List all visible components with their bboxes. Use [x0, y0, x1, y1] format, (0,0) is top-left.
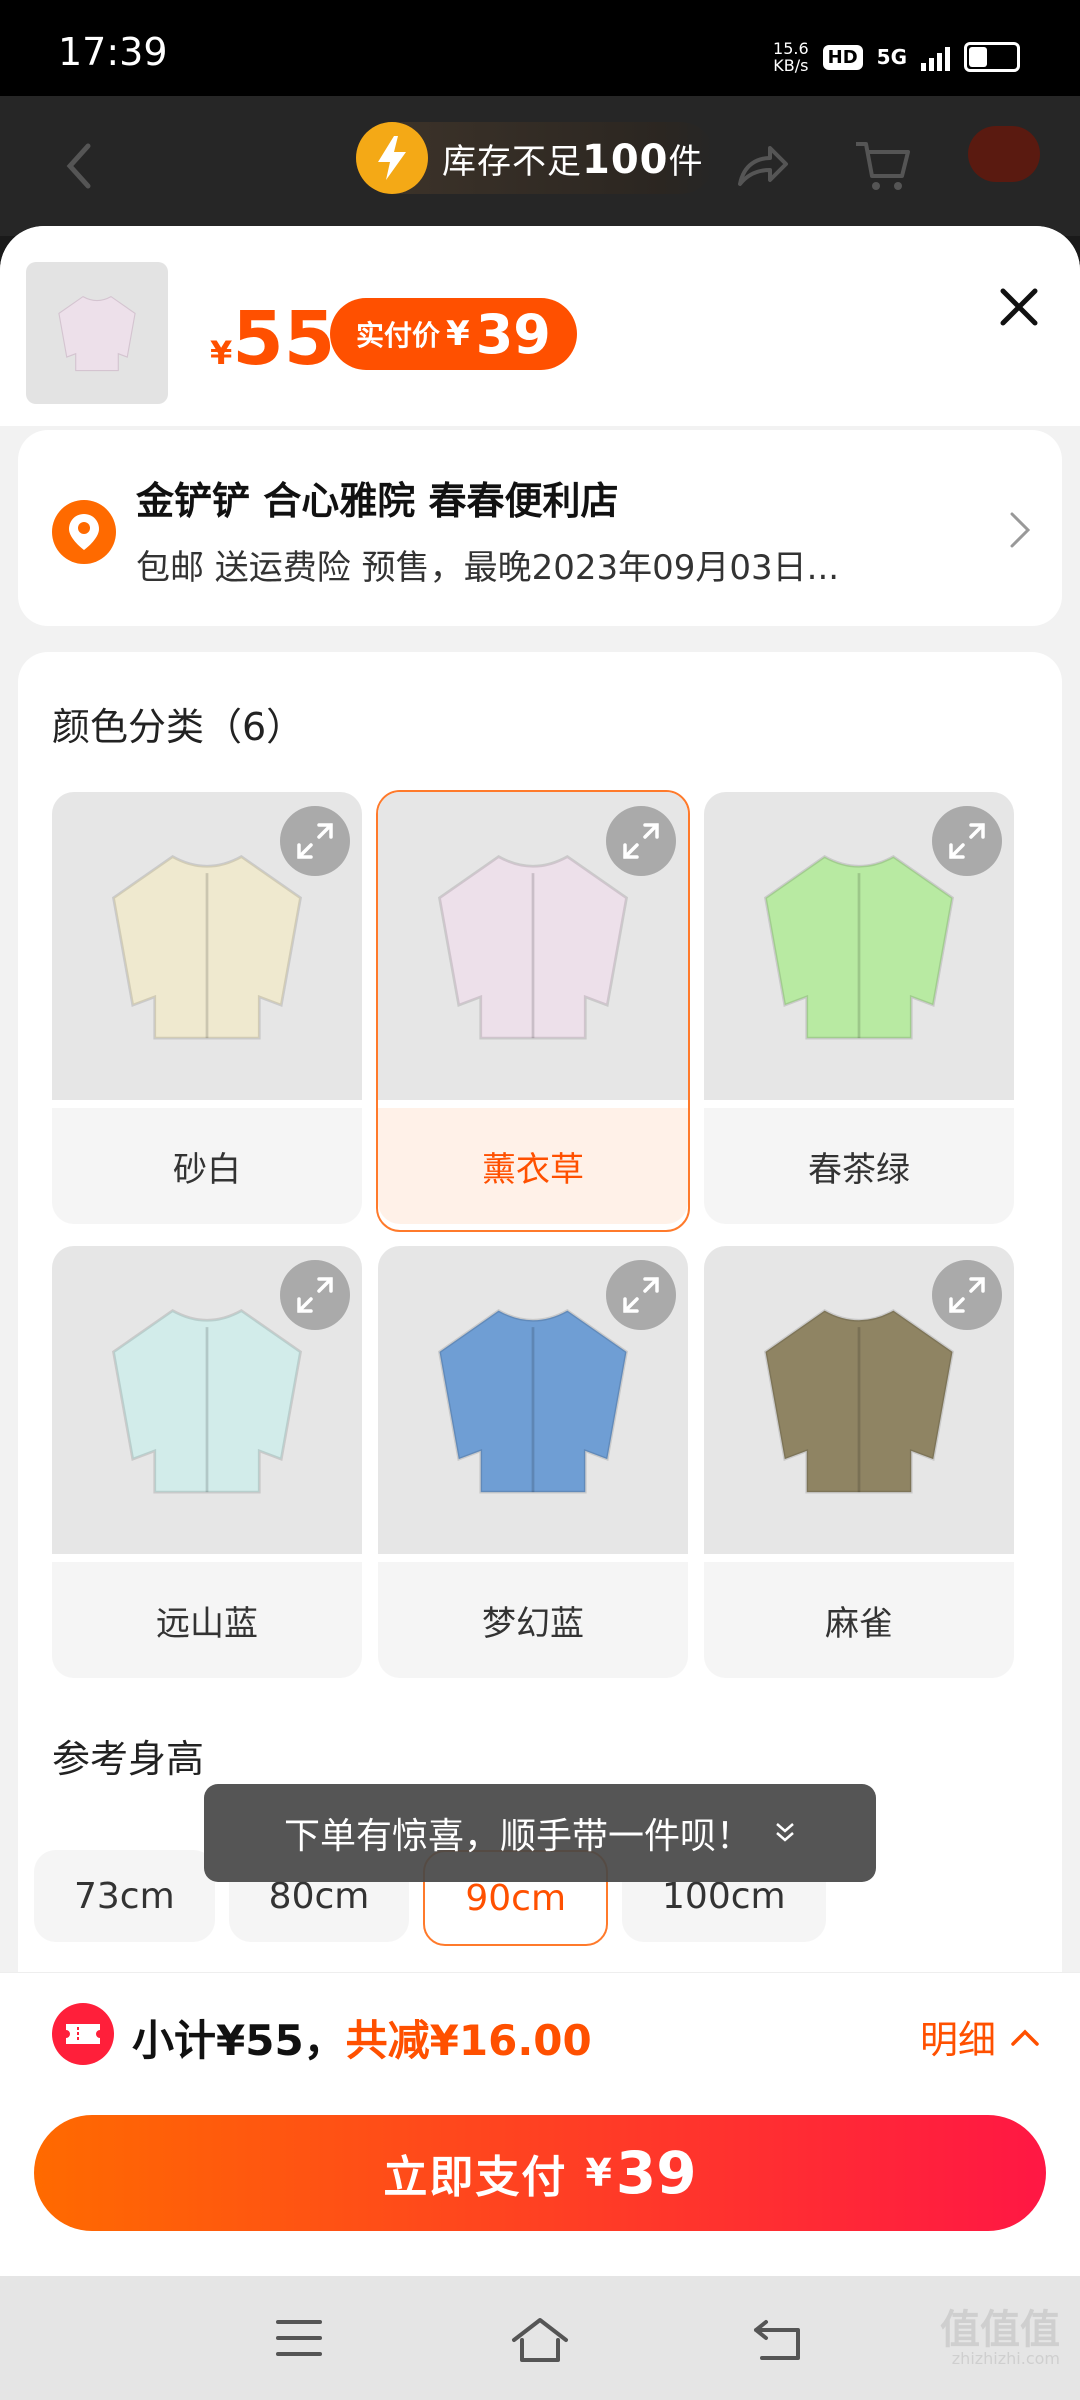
- price-currency: ¥: [210, 334, 233, 372]
- price-detail-button[interactable]: 明细: [920, 2009, 1040, 2064]
- battery-icon: [964, 42, 1020, 72]
- color-option-label: 梦幻蓝: [378, 1562, 688, 1678]
- cart-icon[interactable]: [852, 136, 912, 196]
- color-option-4[interactable]: 梦幻蓝: [378, 1246, 688, 1684]
- pay-currency: ¥: [585, 2151, 612, 2195]
- status-time: 17:39: [58, 30, 168, 74]
- color-option-5[interactable]: 麻雀: [704, 1246, 1014, 1684]
- paid-price-label: 实付价: [356, 319, 441, 352]
- network-speed-unit: KB/s: [773, 56, 809, 75]
- close-button[interactable]: [984, 272, 1054, 342]
- address-shipping-info: 包邮 送运费险 预售，最晚2023年09月03日...: [136, 548, 840, 588]
- subtotal-text: 小计¥55，: [132, 2016, 346, 2065]
- color-option-label: 薰衣草: [378, 1108, 688, 1224]
- color-option-image: [704, 792, 1014, 1100]
- size-section-title: 参考身高: [52, 1737, 205, 1781]
- color-option-1[interactable]: 薰衣草: [376, 790, 690, 1232]
- sku-selector-sheet: ¥55 实付价 ¥ 39 金铲铲 合心雅院 春春便利店 包邮 送运费险 预售，最…: [0, 226, 1080, 2276]
- stock-notice-text: 库存不足100件: [442, 134, 704, 183]
- color-option-3[interactable]: 远山蓝: [52, 1246, 362, 1684]
- expand-icon[interactable]: [932, 806, 1002, 876]
- color-option-label: 远山蓝: [52, 1562, 362, 1678]
- subtotal-summary: 小计¥55，共减¥16.00: [132, 2007, 592, 2068]
- double-chevron-down-icon: [776, 1823, 794, 1842]
- stock-notice: 库存不足100件: [356, 122, 716, 194]
- color-option-label: 砂白: [52, 1108, 362, 1224]
- promo-toast-text: 下单有惊喜，顺手带一件呗！: [283, 1816, 752, 1857]
- watermark-subtext: zhizhizhi.com: [951, 2349, 1060, 2368]
- color-option-image: [52, 792, 362, 1100]
- pay-now-label: 立即支付: [383, 2152, 568, 2203]
- status-bar: 17:39 15.6 KB/s HD 5G: [0, 0, 1080, 96]
- shirt-icon: [763, 855, 955, 1040]
- shirt-thumbnail-icon: [58, 295, 136, 372]
- shirt-icon: [111, 855, 303, 1040]
- more-icon[interactable]: [968, 126, 1040, 182]
- chevron-right-icon: [1010, 512, 1031, 548]
- stock-notice-suffix: 件: [668, 141, 704, 182]
- size-option-73[interactable]: 73cm: [34, 1850, 215, 1942]
- signal-icon: [921, 43, 950, 71]
- paid-price-value: 39: [475, 302, 551, 366]
- back-icon[interactable]: [60, 136, 100, 196]
- expand-icon[interactable]: [280, 806, 350, 876]
- network-speed: 15.6 KB/s: [773, 40, 809, 74]
- paid-price-currency: ¥: [446, 314, 470, 354]
- discount-text: 共减¥16.00: [345, 2016, 592, 2065]
- expand-icon[interactable]: [606, 1260, 676, 1330]
- paid-price-badge: 实付价 ¥ 39: [330, 298, 577, 370]
- color-option-2[interactable]: 春茶绿: [704, 792, 1014, 1230]
- color-option-label: 春茶绿: [704, 1108, 1014, 1224]
- expand-icon[interactable]: [932, 1260, 1002, 1330]
- shirt-icon: [763, 1309, 955, 1494]
- system-navigation-bar: [0, 2276, 1080, 2400]
- stock-count: 100: [582, 136, 669, 183]
- expand-icon[interactable]: [280, 1260, 350, 1330]
- stock-notice-prefix: 库存不足: [442, 141, 582, 182]
- pay-amount: 39: [615, 2139, 697, 2207]
- color-section-title: 颜色分类（6）: [52, 705, 305, 749]
- address-title: 金铲铲 合心雅院 春春便利店: [136, 479, 619, 523]
- color-option-0[interactable]: 砂白: [52, 792, 362, 1230]
- watermark-text: 值值值: [940, 2307, 1060, 2353]
- color-option-image: [378, 792, 688, 1100]
- promo-toast[interactable]: 下单有惊喜，顺手带一件呗！: [204, 1784, 876, 1882]
- status-icons: 15.6 KB/s HD 5G: [773, 40, 1020, 74]
- location-pin-icon: [52, 500, 116, 564]
- price-detail-label: 明细: [919, 2018, 996, 2062]
- price-value: 55: [232, 296, 336, 382]
- product-price: ¥55: [210, 296, 335, 382]
- color-option-image: [52, 1246, 362, 1554]
- color-option-image: [378, 1246, 688, 1554]
- coupon-icon: [52, 2003, 114, 2065]
- lightning-bolt-icon: [356, 122, 428, 194]
- expand-icon[interactable]: [606, 806, 676, 876]
- network-type: 5G: [876, 45, 907, 69]
- menu-icon[interactable]: [274, 2316, 324, 2360]
- shirt-icon: [437, 1309, 629, 1494]
- network-speed-value: 15.6: [773, 39, 809, 58]
- sheet-header: ¥55 实付价 ¥ 39: [0, 226, 1080, 426]
- back-nav-icon[interactable]: [752, 2316, 808, 2364]
- pay-now-button[interactable]: 立即支付 ¥ 39: [34, 2115, 1046, 2231]
- product-thumbnail[interactable]: [26, 262, 168, 404]
- home-icon[interactable]: [510, 2316, 570, 2364]
- hd-icon: HD: [822, 44, 863, 70]
- chevron-up-icon: [1011, 2029, 1039, 2046]
- checkout-bar: 小计¥55，共减¥16.00 明细 立即支付 ¥ 39: [0, 1972, 1080, 2277]
- address-card[interactable]: 金铲铲 合心雅院 春春便利店 包邮 送运费险 预售，最晚2023年09月03日.…: [18, 430, 1062, 626]
- share-icon[interactable]: [734, 136, 790, 196]
- shirt-icon: [111, 1309, 303, 1494]
- color-option-image: [704, 1246, 1014, 1554]
- color-option-label: 麻雀: [704, 1562, 1014, 1678]
- shirt-icon: [437, 855, 629, 1040]
- watermark: 值值值 zhizhizhi.com: [940, 2310, 1060, 2368]
- close-icon: [1000, 288, 1038, 326]
